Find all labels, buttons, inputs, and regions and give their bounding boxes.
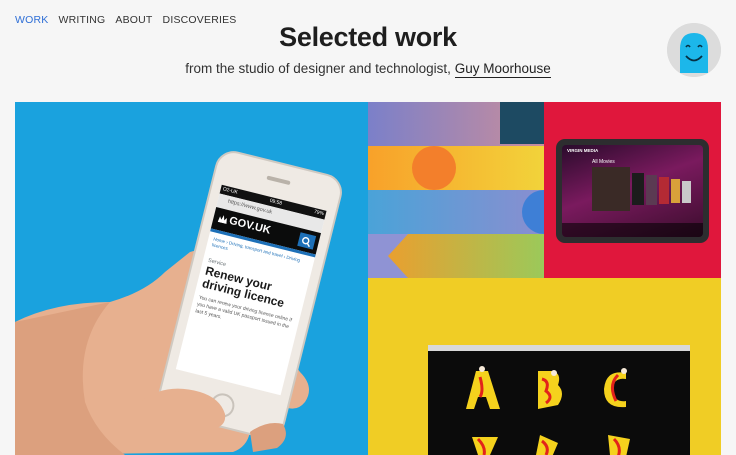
tablet-device: VIRGIN MEDIA All Movies <box>556 139 709 243</box>
page: WORK WRITING ABOUT DISCOVERIES Selected … <box>0 0 736 455</box>
govuk-brand: GOV.UK <box>217 212 272 237</box>
crown-icon <box>217 215 227 225</box>
page-title: Selected work <box>279 22 457 52</box>
tv-brand: VIRGIN MEDIA <box>567 148 599 153</box>
abstract-shapes-illustration <box>368 102 544 278</box>
poster-tile[interactable] <box>632 173 644 205</box>
project-tile-typography[interactable] <box>368 278 721 455</box>
subtitle-text: from the studio of designer and technolo… <box>185 61 451 76</box>
hand-holding-phone-illustration <box>15 151 342 455</box>
author-link[interactable]: Guy Moorhouse <box>454 61 551 78</box>
status-battery: 79% <box>313 208 325 218</box>
project-tile-virgin-media[interactable]: VIRGIN MEDIA All Movies <box>544 102 721 278</box>
figure-letters-illustration <box>466 366 630 455</box>
work-grid: O2-UK 09:58 79% https://www.gov.uk GOV.U… <box>15 102 721 455</box>
tablet-screen: VIRGIN MEDIA All Movies <box>562 145 703 237</box>
smiley-avatar-icon <box>667 23 721 77</box>
govuk-logo-text: GOV.UK <box>227 214 272 237</box>
tv-heading: All Movies <box>592 159 615 165</box>
tv-menu-bar <box>562 223 703 237</box>
poster-tile[interactable] <box>659 177 669 204</box>
project-tile-govuk[interactable]: O2-UK 09:58 79% https://www.gov.uk GOV.U… <box>15 102 368 455</box>
status-carrier: O2-UK <box>222 186 239 196</box>
project-tile-shapes[interactable] <box>368 102 544 278</box>
featured-poster[interactable] <box>592 167 630 211</box>
avatar[interactable] <box>667 23 721 77</box>
breadcrumb[interactable]: Home › Driving, transport and travel › D… <box>211 236 309 270</box>
poster-tile[interactable] <box>682 181 691 203</box>
poster-tile[interactable] <box>671 179 680 203</box>
monitor-screen <box>428 345 690 455</box>
poster-tile[interactable] <box>646 175 657 205</box>
search-icon[interactable] <box>300 236 312 248</box>
status-time: 09:58 <box>268 197 283 207</box>
page-subtitle: from the studio of designer and technolo… <box>0 61 736 78</box>
